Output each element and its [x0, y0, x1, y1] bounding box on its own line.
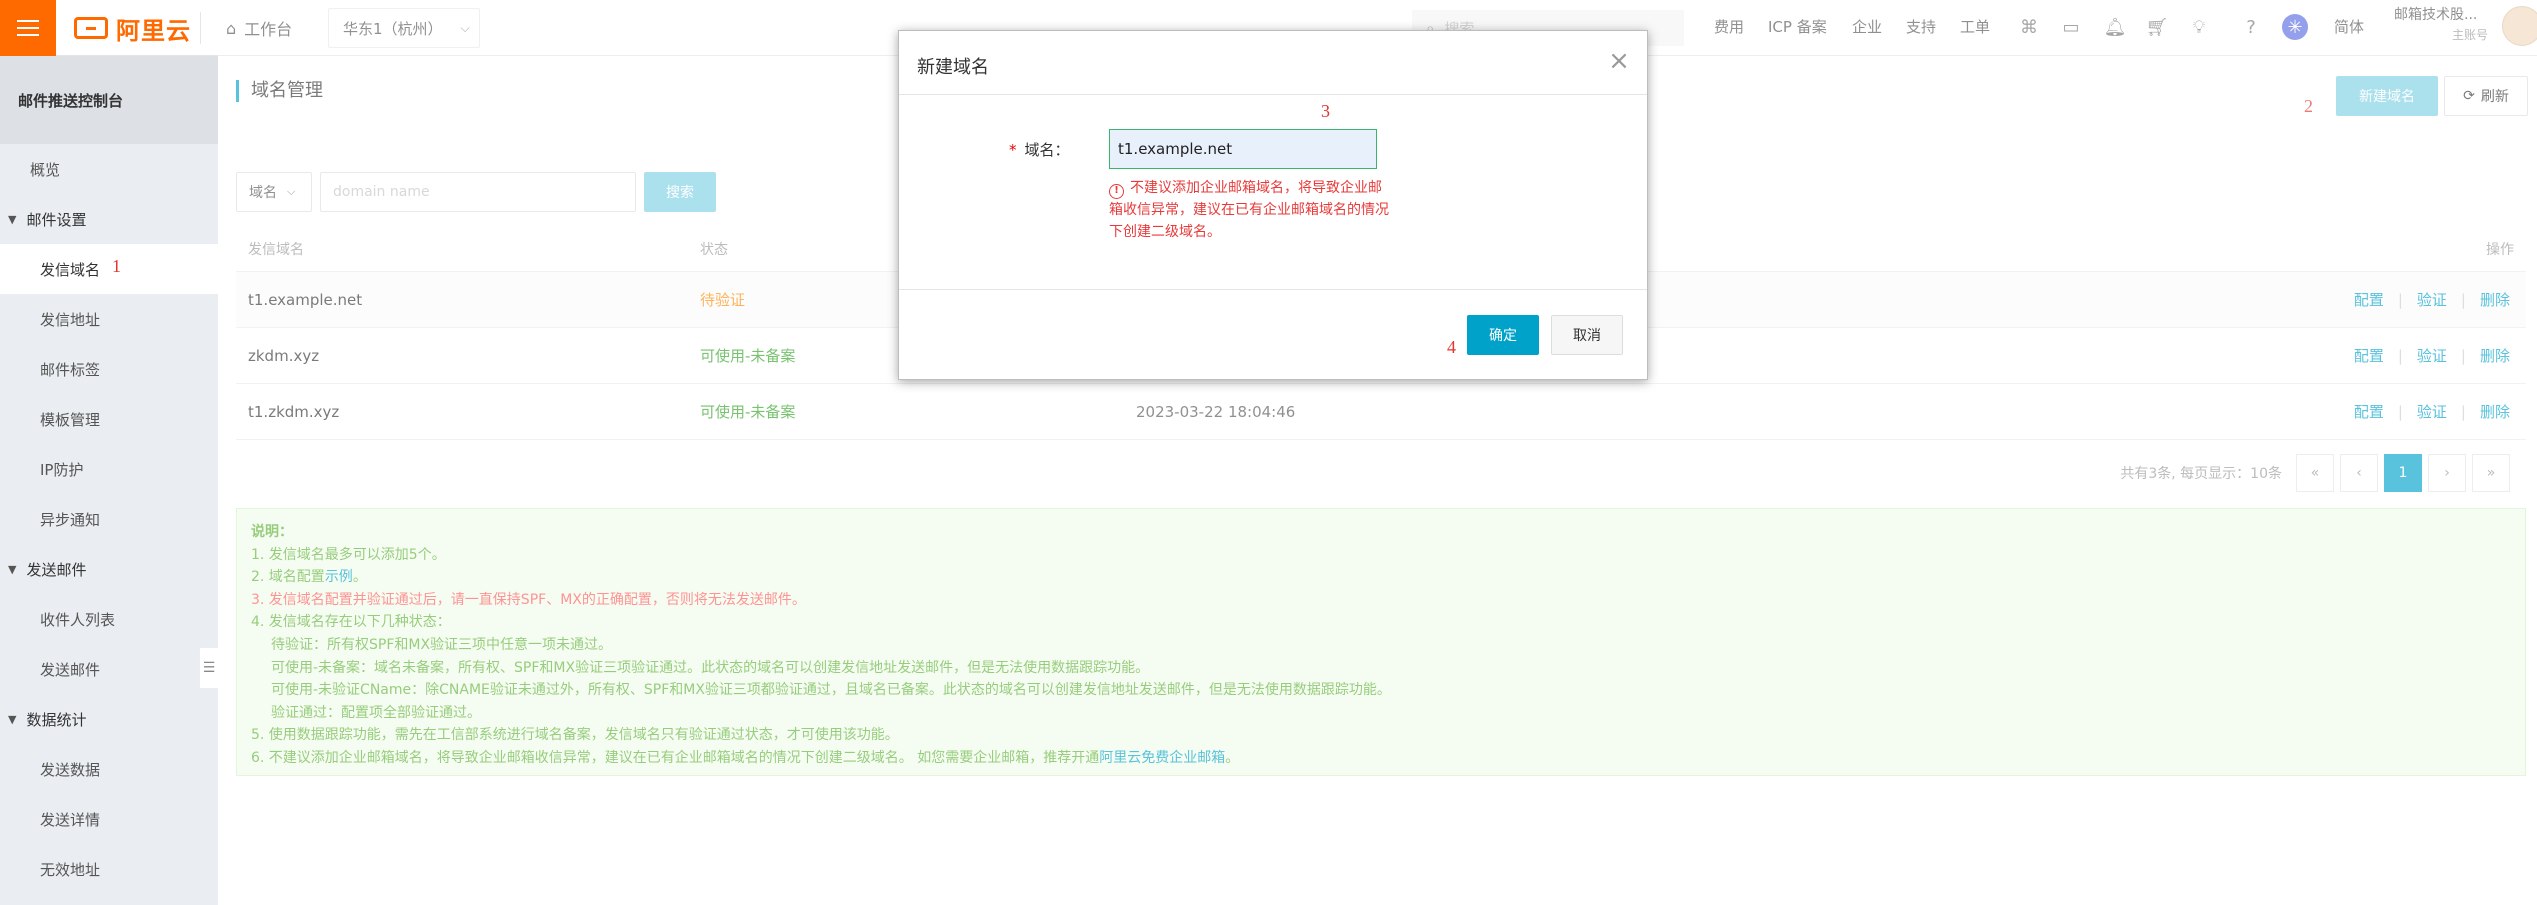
sidebar-item-label: 概览	[30, 160, 61, 179]
cancel-button[interactable]: 取消	[1551, 315, 1623, 355]
sidebar-item-sender-address[interactable]: 发信地址	[0, 294, 218, 344]
sidebar-item-label: 发信域名	[40, 260, 101, 279]
caret-down-icon: ▼	[8, 562, 17, 576]
annotation-marker: 1	[112, 256, 121, 276]
caret-down-icon: ▼	[8, 712, 17, 726]
sidebar-collapse-handle[interactable]: ☰	[200, 648, 218, 688]
menu-icon[interactable]	[0, 0, 56, 56]
sidebar-item-ip-protection[interactable]: IP防护	[0, 444, 218, 494]
sidebar-item-label: 发送数据	[40, 760, 101, 779]
sidebar-title: 邮件推送控制台	[0, 56, 218, 144]
sidebar-item-overview[interactable]: 概览	[0, 144, 218, 194]
confirm-button[interactable]: 确定	[1467, 315, 1539, 355]
sidebar-item-templates[interactable]: 模板管理	[0, 394, 218, 444]
sidebar-item-label: 模板管理	[40, 410, 101, 429]
domain-warning: ! 不建议添加企业邮箱域名，将导致企业邮箱收信异常，建议在已有企业邮箱域名的情况下…	[1109, 177, 1391, 243]
dialog-divider	[899, 289, 1647, 290]
sidebar-item-send-details[interactable]: 发送详情	[0, 794, 218, 844]
aliyun-logo[interactable]: 阿里云	[74, 14, 191, 45]
aliyun-logo-mark	[74, 17, 108, 39]
sidebar-group-label: 数据统计	[26, 710, 87, 729]
sidebar-item-recipient-list[interactable]: 收件人列表	[0, 594, 218, 644]
caret-down-icon: ▼	[8, 212, 17, 226]
required-mark: *	[1009, 141, 1017, 159]
sidebar-item-sender-domain[interactable]: 发信域名	[0, 244, 218, 294]
sidebar-group-send-mail[interactable]: ▼ 发送邮件	[0, 544, 218, 594]
dialog-title: 新建域名	[917, 57, 989, 78]
sidebar-item-label: 发送详情	[40, 810, 101, 829]
sidebar-item-mail-tags[interactable]: 邮件标签	[0, 344, 218, 394]
dialog-header: 新建域名 ×	[899, 31, 1647, 95]
logo-text: 阿里云	[116, 16, 191, 45]
sidebar-item-label: 邮件标签	[40, 360, 101, 379]
new-domain-dialog: 新建域名 × 3 * 域名： t1.example.net ! 不建议添加企业邮箱域…	[898, 30, 1648, 380]
warning-icon: !	[1109, 184, 1124, 199]
sidebar-item-label: 发信地址	[40, 310, 101, 329]
sidebar-item-async-notify[interactable]: 异步通知	[0, 494, 218, 544]
sidebar-group-label: 发送邮件	[26, 560, 87, 579]
sidebar-item-label: 异步通知	[40, 510, 101, 529]
sidebar-item-label: 收件人列表	[40, 610, 116, 629]
warning-text: 不建议添加企业邮箱域名，将导致企业邮箱收信异常，建议在已有企业邮箱域名的情况下创…	[1109, 180, 1389, 240]
sidebar-item-send-mail[interactable]: 发送邮件	[0, 644, 218, 694]
sidebar-group-label: 邮件设置	[26, 210, 87, 229]
sidebar-item-label: IP防护	[40, 460, 84, 479]
sidebar-item-send-data[interactable]: 发送数据	[0, 744, 218, 794]
domain-field-label: * 域名：	[1009, 141, 1070, 159]
sidebar-item-invalid-address[interactable]: 无效地址	[0, 844, 218, 894]
annotation-marker: 3	[1321, 101, 1330, 121]
sidebar-group-mail-settings[interactable]: ▼ 邮件设置	[0, 194, 218, 244]
sidebar-group-statistics[interactable]: ▼ 数据统计	[0, 694, 218, 744]
close-icon[interactable]: ×	[1603, 45, 1635, 77]
sidebar-item-label: 无效地址	[40, 860, 101, 879]
domain-field[interactable]: t1.example.net	[1109, 129, 1377, 169]
sidebar-item-label: 发送邮件	[40, 660, 101, 679]
annotation-marker: 4	[1447, 337, 1456, 357]
